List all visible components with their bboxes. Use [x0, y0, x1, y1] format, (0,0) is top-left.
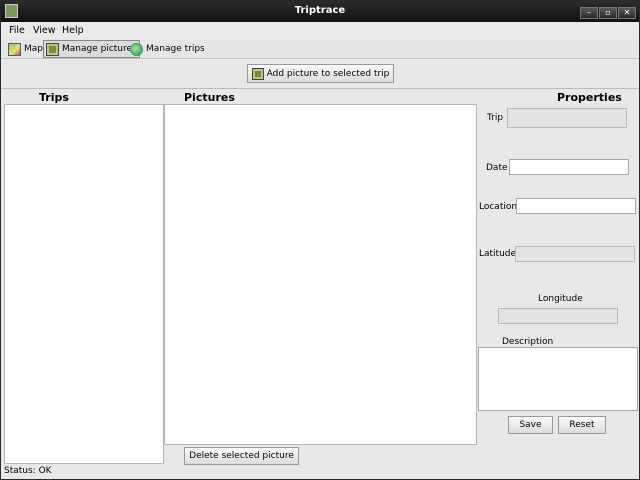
toolbar: Map Manage pictures Manage trips — [1, 39, 639, 59]
divider — [1, 88, 639, 89]
save-button[interactable]: Save — [508, 416, 553, 434]
title-bar[interactable]: Triptrace – ▫ ✕ — [1, 1, 639, 22]
latitude-field[interactable] — [515, 246, 635, 262]
menu-file[interactable]: File — [9, 25, 25, 36]
pictures-list[interactable] — [164, 104, 477, 445]
reset-button[interactable]: Reset — [558, 416, 606, 434]
manage-trips-label: Manage trips — [146, 44, 205, 54]
add-picture-button[interactable]: Add picture to selected trip — [247, 64, 394, 83]
add-picture-label: Add picture to selected trip — [266, 68, 390, 79]
longitude-field[interactable] — [498, 308, 618, 324]
date-field[interactable] — [509, 159, 629, 175]
manage-pictures-label: Manage pictures — [62, 44, 137, 54]
minimize-button[interactable]: – — [580, 7, 598, 19]
trip-label: Trip — [487, 113, 504, 123]
description-label: Description — [502, 337, 554, 347]
window-title: Triptrace — [294, 5, 346, 16]
trip-field[interactable] — [507, 108, 627, 128]
latitude-label: Latitude — [479, 249, 517, 259]
map-button-label: Map — [24, 44, 43, 54]
app-window: Triptrace – ▫ ✕ File View Help Map Manag… — [0, 0, 640, 480]
maximize-button[interactable]: ▫ — [599, 7, 617, 19]
map-icon — [8, 42, 21, 56]
manage-pictures-button[interactable]: Manage pictures — [43, 40, 140, 58]
longitude-label: Longitude — [538, 294, 583, 304]
globe-icon — [130, 42, 143, 56]
map-button[interactable]: Map — [6, 40, 45, 58]
close-button[interactable]: ✕ — [618, 7, 636, 19]
picture-add-icon — [251, 67, 264, 80]
trips-list[interactable] — [4, 104, 164, 464]
menu-view[interactable]: View — [33, 25, 56, 36]
menu-bar: File View Help — [1, 22, 639, 39]
date-label: Date — [486, 163, 508, 173]
delete-picture-button[interactable]: Delete selected picture — [184, 447, 299, 465]
description-textarea[interactable] — [478, 347, 638, 411]
location-label: Location — [479, 202, 518, 212]
location-field[interactable] — [516, 198, 636, 214]
pictures-icon — [46, 42, 59, 56]
pictures-header: Pictures — [184, 91, 235, 104]
status-bar: Status: OK — [4, 466, 52, 476]
menu-help[interactable]: Help — [62, 25, 84, 36]
trips-header: Trips — [39, 91, 69, 104]
manage-trips-button[interactable]: Manage trips — [128, 40, 207, 58]
properties-header: Properties — [557, 91, 622, 104]
